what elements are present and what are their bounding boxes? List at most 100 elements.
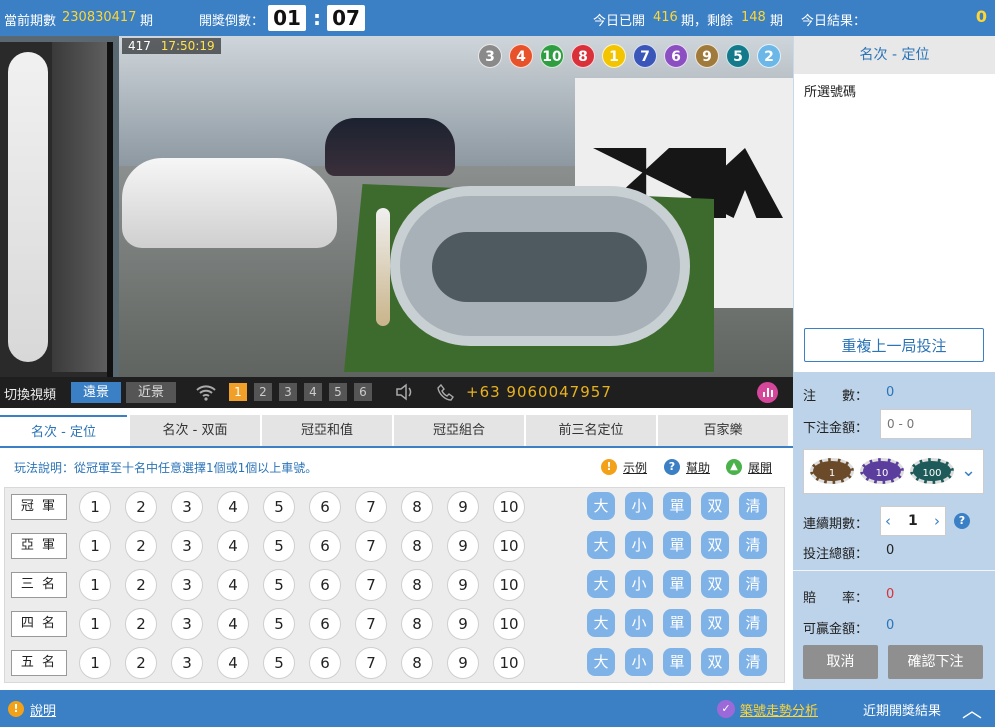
number-ball-button[interactable]: 8 (401, 569, 433, 601)
number-ball-button[interactable]: 1 (79, 530, 111, 562)
quick-pick-button[interactable]: 双 (701, 492, 729, 520)
number-ball-button[interactable]: 1 (79, 647, 111, 679)
camera-6-button[interactable]: 6 (354, 383, 372, 401)
number-ball-button[interactable]: 8 (401, 647, 433, 679)
confirm-bet-button[interactable]: 確認下注 (888, 645, 983, 679)
periods-help-icon[interactable]: ? (954, 513, 970, 529)
today-results-bar[interactable]: 今日結果： 0 (793, 0, 995, 36)
chip-1[interactable]: 1 (810, 458, 854, 484)
stats-icon[interactable] (757, 382, 778, 403)
number-ball-button[interactable]: 8 (401, 530, 433, 562)
number-ball-button[interactable]: 5 (263, 530, 295, 562)
volume-icon[interactable] (394, 382, 416, 402)
number-ball-button[interactable]: 9 (447, 530, 479, 562)
number-ball-button[interactable]: 10 (493, 530, 525, 562)
tab-5[interactable]: 前三名定位 (526, 415, 656, 446)
number-ball-button[interactable]: 5 (263, 647, 295, 679)
number-ball-button[interactable]: 1 (79, 608, 111, 640)
number-ball-button[interactable]: 9 (447, 608, 479, 640)
number-ball-button[interactable]: 7 (355, 491, 387, 523)
number-ball-button[interactable]: 8 (401, 491, 433, 523)
number-ball-button[interactable]: 3 (171, 530, 203, 562)
amount-input[interactable] (880, 409, 972, 439)
recent-results-link[interactable]: 近期開獎結果 (863, 700, 941, 719)
quick-pick-button[interactable]: 小 (625, 570, 653, 598)
periods-value[interactable]: 1 (908, 513, 918, 529)
number-ball-button[interactable]: 5 (263, 608, 295, 640)
quick-pick-button[interactable]: 單 (663, 609, 691, 637)
number-ball-button[interactable]: 10 (493, 608, 525, 640)
quick-pick-button[interactable]: 單 (663, 531, 691, 559)
number-ball-button[interactable]: 2 (125, 491, 157, 523)
quick-pick-button[interactable]: 清 (739, 531, 767, 559)
number-ball-button[interactable]: 9 (447, 491, 479, 523)
number-ball-button[interactable]: 6 (309, 608, 341, 640)
number-ball-button[interactable]: 8 (401, 608, 433, 640)
number-ball-button[interactable]: 4 (217, 608, 249, 640)
number-ball-button[interactable]: 7 (355, 569, 387, 601)
tab-6[interactable]: 百家樂 (658, 415, 788, 446)
number-ball-button[interactable]: 3 (171, 491, 203, 523)
number-ball-button[interactable]: 7 (355, 530, 387, 562)
help-link[interactable]: 幫助 (686, 459, 710, 476)
far-view-button[interactable]: 遠景 (71, 382, 121, 403)
number-ball-button[interactable]: 5 (263, 569, 295, 601)
quick-pick-button[interactable]: 清 (739, 648, 767, 676)
number-ball-button[interactable]: 7 (355, 647, 387, 679)
number-ball-button[interactable]: 9 (447, 569, 479, 601)
number-ball-button[interactable]: 2 (125, 608, 157, 640)
quick-pick-button[interactable]: 小 (625, 609, 653, 637)
tab-4[interactable]: 冠亞組合 (394, 415, 524, 446)
number-ball-button[interactable]: 3 (171, 647, 203, 679)
wifi-icon[interactable] (195, 382, 217, 402)
trend-analysis-link[interactable]: 築號走勢分析 (740, 700, 818, 719)
number-ball-button[interactable]: 2 (125, 530, 157, 562)
periods-increase-icon[interactable]: › (934, 512, 940, 530)
quick-pick-button[interactable]: 小 (625, 531, 653, 559)
quick-pick-button[interactable]: 双 (701, 609, 729, 637)
quick-pick-button[interactable]: 清 (739, 570, 767, 598)
number-ball-button[interactable]: 1 (79, 569, 111, 601)
chevron-down-icon[interactable]: ⌄ (961, 460, 976, 481)
number-ball-button[interactable]: 9 (447, 647, 479, 679)
tab-3[interactable]: 冠亞和值 (262, 415, 392, 446)
number-ball-button[interactable]: 6 (309, 569, 341, 601)
quick-pick-button[interactable]: 大 (587, 609, 615, 637)
repeat-last-bet-button[interactable]: 重複上一局投注 (804, 328, 984, 362)
number-ball-button[interactable]: 10 (493, 569, 525, 601)
number-ball-button[interactable]: 2 (125, 569, 157, 601)
camera-1-button[interactable]: 1 (229, 383, 247, 401)
number-ball-button[interactable]: 1 (79, 491, 111, 523)
tab-1[interactable]: 名次 - 定位 (0, 415, 127, 446)
chip-100[interactable]: 100 (910, 458, 954, 484)
cancel-button[interactable]: 取消 (803, 645, 878, 679)
expand-link[interactable]: 展開 (748, 459, 772, 476)
number-ball-button[interactable]: 3 (171, 569, 203, 601)
example-link[interactable]: 示例 (623, 459, 647, 476)
camera-2-button[interactable]: 2 (254, 383, 272, 401)
quick-pick-button[interactable]: 大 (587, 648, 615, 676)
quick-pick-button[interactable]: 單 (663, 570, 691, 598)
camera-4-button[interactable]: 4 (304, 383, 322, 401)
near-view-button[interactable]: 近景 (126, 382, 176, 403)
quick-pick-button[interactable]: 大 (587, 570, 615, 598)
chip-10[interactable]: 10 (860, 458, 904, 484)
number-ball-button[interactable]: 4 (217, 647, 249, 679)
quick-pick-button[interactable]: 双 (701, 531, 729, 559)
camera-3-button[interactable]: 3 (279, 383, 297, 401)
quick-pick-button[interactable]: 双 (701, 570, 729, 598)
quick-pick-button[interactable]: 清 (739, 609, 767, 637)
quick-pick-button[interactable]: 小 (625, 492, 653, 520)
camera-5-button[interactable]: 5 (329, 383, 347, 401)
quick-pick-button[interactable]: 大 (587, 492, 615, 520)
number-ball-button[interactable]: 2 (125, 647, 157, 679)
quick-pick-button[interactable]: 單 (663, 648, 691, 676)
number-ball-button[interactable]: 10 (493, 491, 525, 523)
chevron-up-icon[interactable]: ︿ (962, 694, 982, 723)
quick-pick-button[interactable]: 双 (701, 648, 729, 676)
number-ball-button[interactable]: 10 (493, 647, 525, 679)
periods-decrease-icon[interactable]: ‹ (885, 512, 891, 530)
number-ball-button[interactable]: 4 (217, 491, 249, 523)
number-ball-button[interactable]: 4 (217, 569, 249, 601)
info-link[interactable]: 說明 (30, 700, 56, 719)
